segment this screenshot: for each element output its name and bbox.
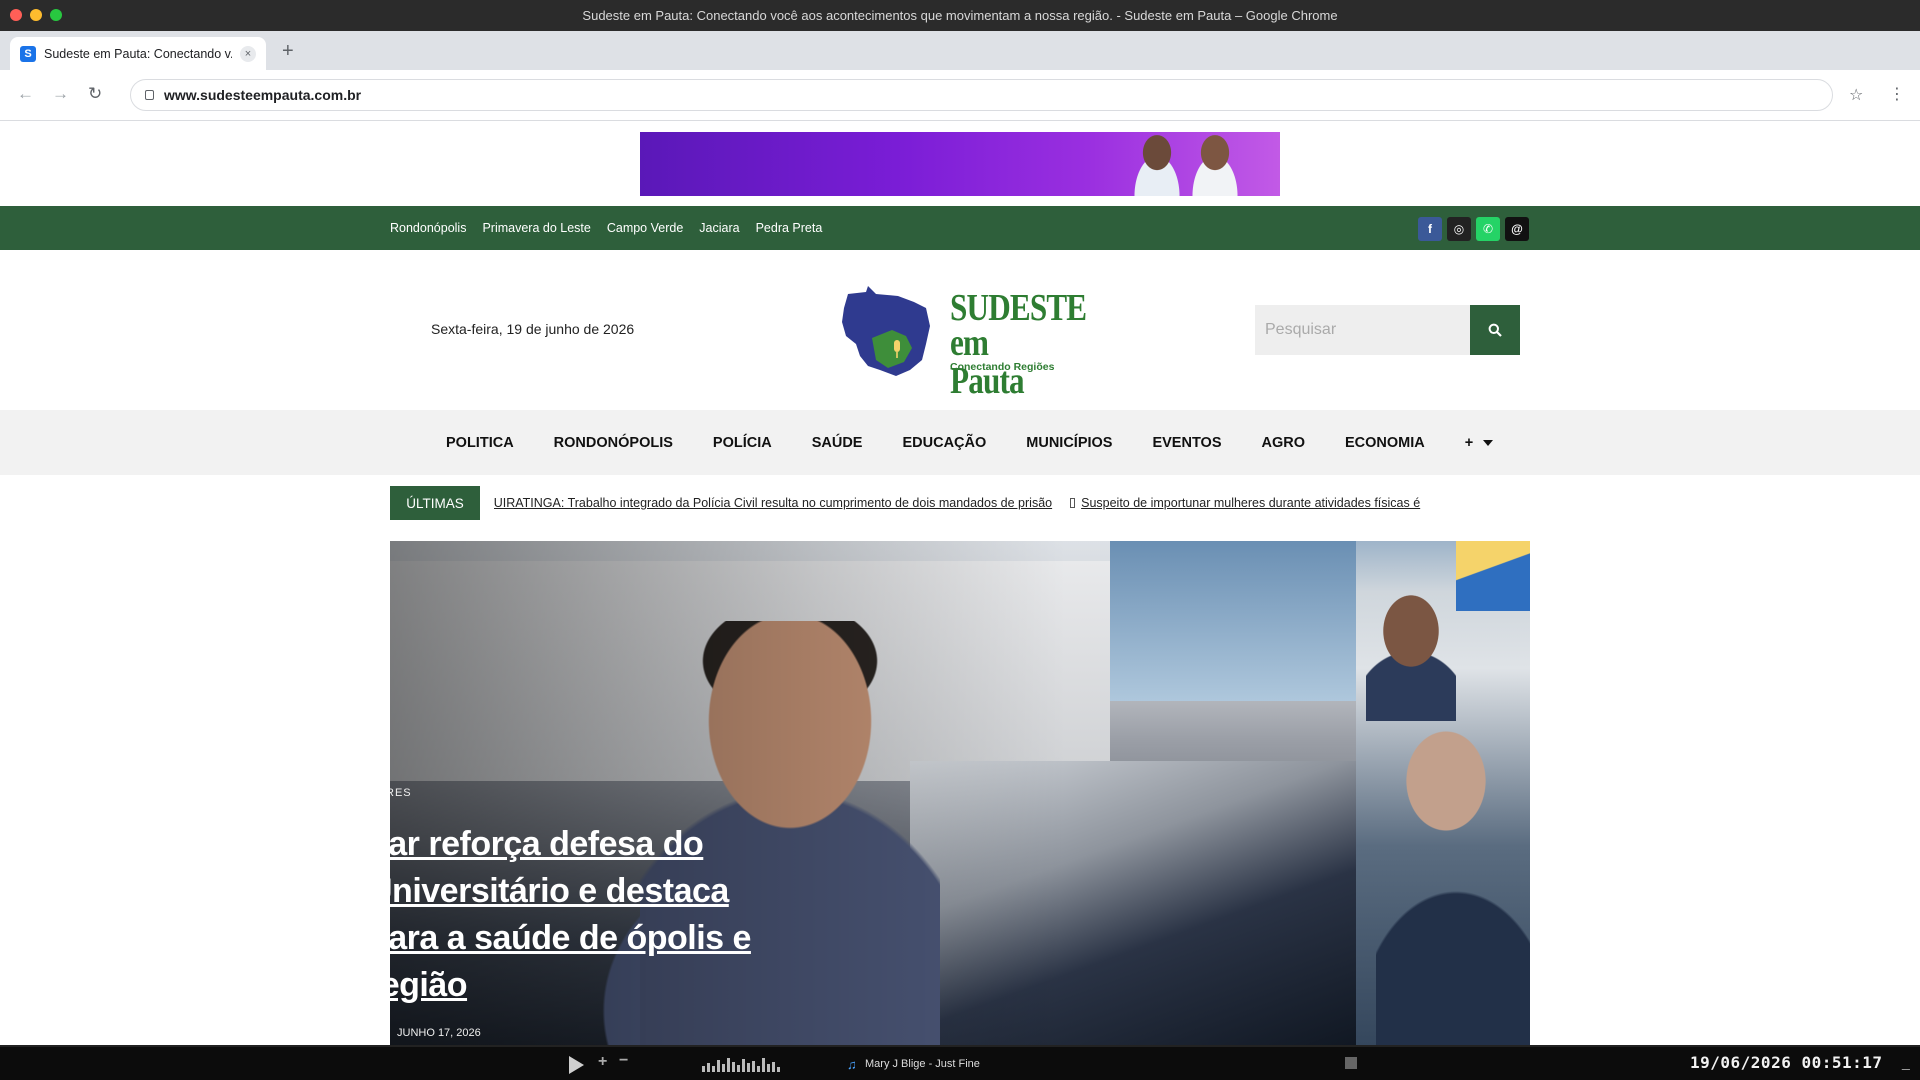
- equalizer-bar: [722, 1064, 725, 1072]
- os-taskbar: + − ♫ Mary J Blige - Just Fine 19/06/202…: [0, 1045, 1920, 1080]
- close-tab-icon[interactable]: ×: [240, 45, 256, 62]
- logo-tagline: Conectando Regiões: [950, 361, 1055, 373]
- window-controls: [10, 9, 62, 21]
- nav-item[interactable]: EDUCAÇÃO: [882, 435, 1006, 451]
- equalizer-bar: [747, 1063, 750, 1072]
- equalizer-visualizer: [702, 1056, 780, 1072]
- play-icon[interactable]: [569, 1056, 584, 1074]
- city-links: Rondonópolis Primavera do Leste Campo Verd…: [390, 206, 822, 250]
- ticker-label: ÚLTIMAS: [390, 486, 480, 520]
- ticker-headline-link[interactable]: GUIRATINGA: Trabalho integrado da Políci…: [494, 496, 1052, 510]
- equalizer-bar: [762, 1058, 765, 1072]
- tray-app-icon[interactable]: [1345, 1057, 1357, 1069]
- hero-date: JUNHO 17, 2026: [397, 1027, 481, 1039]
- chevron-down-icon: [1483, 439, 1494, 446]
- city-link[interactable]: Jaciara: [699, 221, 739, 235]
- instagram-icon[interactable]: ◎: [1447, 217, 1471, 241]
- side-story-card[interactable]: [1356, 541, 1530, 1050]
- nav-more-menu[interactable]: +: [1445, 435, 1513, 451]
- address-url: www.sudesteempauta.com.br: [164, 87, 362, 103]
- nav-item[interactable]: EVENTOS: [1132, 435, 1241, 451]
- state-map-logo-icon: [842, 286, 930, 376]
- equalizer-bar: [707, 1063, 710, 1072]
- social-links: f ◎ ✆ @: [1418, 217, 1529, 241]
- close-window-button[interactable]: [10, 9, 22, 21]
- equalizer-bar: [732, 1062, 735, 1072]
- nav-item[interactable]: MUNICÍPIOS: [1006, 435, 1132, 451]
- equalizer-bar: [767, 1064, 770, 1072]
- equalizer-bar: [752, 1061, 755, 1072]
- reload-icon[interactable]: ↻: [88, 84, 102, 104]
- hero-headline-link[interactable]: nar reforça defesa do Universitário e de…: [390, 821, 788, 1009]
- ticker-headline-link[interactable]: Suspeito de importunar mulheres durante …: [1081, 496, 1420, 510]
- side-story-image: [1376, 721, 1530, 1050]
- city-link[interactable]: Rondonópolis: [390, 221, 466, 235]
- equalizer-bar: [717, 1060, 720, 1072]
- nav-item[interactable]: POLITICA: [426, 435, 534, 451]
- equalizer-bar: [757, 1066, 760, 1072]
- banner-person-image: [1180, 134, 1250, 196]
- nav-more-label: +: [1464, 434, 1474, 451]
- nav-item[interactable]: AGRO: [1242, 435, 1326, 451]
- forward-icon[interactable]: →: [52, 84, 69, 104]
- search-icon: [1488, 323, 1502, 337]
- article-icon: [1070, 498, 1076, 508]
- nav-item[interactable]: POLÍCIA: [693, 435, 792, 451]
- main-navigation: POLITICA RONDONÓPOLIS POLÍCIA SAÚDE EDUCAÇÃO…: [0, 410, 1920, 475]
- bookmark-star-icon[interactable]: ☆: [1849, 85, 1863, 105]
- address-bar[interactable]: www.sudesteempauta.com.br: [130, 79, 1833, 111]
- minimize-window-button[interactable]: [30, 9, 42, 21]
- equalizer-bar: [712, 1066, 715, 1072]
- chrome-menu-icon[interactable]: ⋮: [1889, 84, 1905, 104]
- whatsapp-icon[interactable]: ✆: [1476, 217, 1500, 241]
- nav-list: POLITICA RONDONÓPOLIS POLÍCIA SAÚDE EDUCAÇÃO…: [426, 410, 1513, 475]
- side-story-image: [1366, 581, 1456, 721]
- city-link[interactable]: Campo Verde: [607, 221, 683, 235]
- window-titlebar: Sudeste em Pauta: Conectando você aos ac…: [0, 0, 1920, 31]
- top-city-bar: Rondonópolis Primavera do Leste Campo Verd…: [0, 206, 1920, 250]
- threads-icon[interactable]: @: [1505, 217, 1529, 241]
- system-clock: 19/06/2026 00:51:17: [1690, 1053, 1883, 1072]
- volume-down-icon[interactable]: −: [619, 1052, 628, 1070]
- side-story-image: [1456, 541, 1530, 611]
- nav-item[interactable]: SAÚDE: [792, 435, 883, 451]
- browser-toolbar: ← → ↻ www.sudesteempauta.com.br ☆ ⋮: [0, 70, 1920, 121]
- music-note-icon: ♫: [847, 1057, 857, 1072]
- ticker-track: GUIRATINGA: Trabalho integrado da Políci…: [494, 486, 1530, 520]
- equalizer-bar: [742, 1059, 745, 1072]
- site-info-icon[interactable]: [145, 90, 154, 100]
- equalizer-bar: [777, 1067, 780, 1072]
- search-input[interactable]: [1255, 305, 1470, 355]
- hero-category[interactable]: RES: [390, 787, 412, 799]
- tab-strip: S Sudeste em Pauta: Conectando v... × +: [0, 31, 1920, 70]
- new-tab-button[interactable]: +: [282, 40, 294, 63]
- city-link[interactable]: Pedra Preta: [756, 221, 823, 235]
- window-title: Sudeste em Pauta: Conectando você aos ac…: [582, 8, 1338, 23]
- tab-title: Sudeste em Pauta: Conectando v...: [44, 46, 232, 61]
- equalizer-bar: [772, 1062, 775, 1072]
- banner-ad[interactable]: [640, 132, 1280, 196]
- browser-tab[interactable]: S Sudeste em Pauta: Conectando v... ×: [10, 37, 266, 70]
- volume-up-icon[interactable]: +: [598, 1053, 607, 1071]
- current-date: Sexta-feira, 19 de junho de 2026: [431, 321, 635, 337]
- maximize-window-button[interactable]: [50, 9, 62, 21]
- site-header: Sexta-feira, 19 de junho de 2026 SUDESTE…: [0, 250, 1920, 410]
- equalizer-bar: [702, 1066, 705, 1072]
- facebook-icon[interactable]: f: [1418, 217, 1442, 241]
- city-link[interactable]: Primavera do Leste: [482, 221, 590, 235]
- site-favicon-icon: S: [20, 45, 36, 62]
- nav-item[interactable]: ECONOMIA: [1325, 435, 1445, 451]
- site-logo[interactable]: SUDESTE em Pauta Conectando Regiões: [838, 286, 1088, 400]
- equalizer-bar: [737, 1065, 740, 1072]
- nav-item[interactable]: RONDONÓPOLIS: [534, 435, 693, 451]
- search-button[interactable]: [1470, 305, 1520, 355]
- news-ticker: ÚLTIMAS GUIRATINGA: Trabalho integrado d…: [390, 486, 1530, 520]
- featured-story[interactable]: RES nar reforça defesa do Universitário …: [390, 541, 1356, 1050]
- now-playing-title: Mary J Blige - Just Fine: [865, 1058, 980, 1070]
- tray-menu-icon[interactable]: _: [1902, 1054, 1910, 1070]
- equalizer-bar: [727, 1058, 730, 1072]
- back-icon[interactable]: ←: [17, 84, 34, 104]
